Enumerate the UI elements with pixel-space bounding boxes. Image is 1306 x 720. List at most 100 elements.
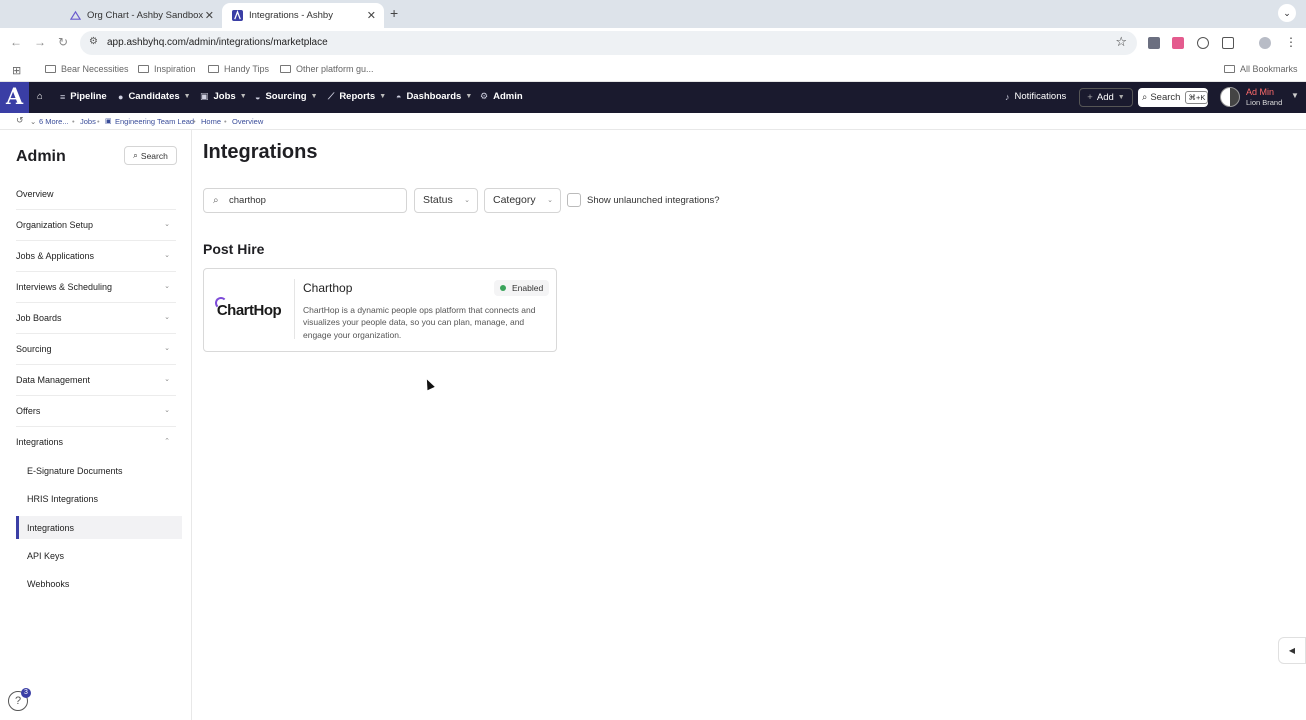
divider xyxy=(16,426,176,427)
folder-icon xyxy=(1224,65,1235,73)
bookmark-label: All Bookmarks xyxy=(1240,64,1298,74)
divider xyxy=(16,209,176,210)
bookmark-folder[interactable]: Inspiration xyxy=(138,64,196,74)
nav-sourcing[interactable]: ◒ Sourcing ▼ xyxy=(255,91,318,102)
ashby-extension-icon[interactable] xyxy=(1148,37,1160,49)
app-navbar: A ⌂ ≡ Pipeline ● Candidates ▼ ▣ Jobs ▼ ◒ Sourc… xyxy=(0,82,1306,113)
nav-label: Reports xyxy=(339,91,376,102)
gear-icon: ⚙ xyxy=(480,91,489,101)
extensions-puzzle-icon[interactable] xyxy=(1222,37,1234,49)
sidebar-subitem-integrations[interactable]: Integrations xyxy=(27,523,74,533)
integration-description: ChartHop is a dynamic people ops platfor… xyxy=(303,305,536,340)
close-tab-icon[interactable]: ✕ xyxy=(205,9,214,22)
sidebar-item-offers[interactable]: Offers ⌄ xyxy=(16,406,176,416)
bookmark-star-icon[interactable]: ☆ xyxy=(1115,34,1127,50)
category-select[interactable]: Category ⌄ xyxy=(484,188,561,213)
all-bookmarks[interactable]: All Bookmarks xyxy=(1224,64,1298,74)
charthop-logo: ChartHop xyxy=(204,269,294,351)
integration-card-charthop[interactable]: ChartHop Charthop Enabled ChartHop is a … xyxy=(203,268,557,352)
plus-icon: + xyxy=(1087,92,1093,103)
nav-pipeline[interactable]: ≡ Pipeline xyxy=(60,91,107,102)
user-name[interactable]: Ad Min xyxy=(1246,87,1274,97)
nav-dashboards[interactable]: ◓ Dashboards ▼ xyxy=(396,91,472,102)
page-title: Integrations xyxy=(203,141,318,163)
sidebar-item-interviews-scheduling[interactable]: Interviews & Scheduling ⌄ xyxy=(16,282,176,292)
forward-icon[interactable]: → xyxy=(34,35,46,49)
notifications-button[interactable]: ♪ Notifications xyxy=(1005,91,1066,102)
nav-admin[interactable]: ⚙ Admin xyxy=(480,91,523,102)
sidebar-subitem-hris[interactable]: HRIS Integrations xyxy=(27,494,98,504)
bookmark-folder[interactable]: Bear Necessities xyxy=(45,64,129,74)
shortcut-hint: ⌘+K xyxy=(1185,91,1209,104)
search-label: Search xyxy=(140,150,168,161)
search-icon: ⌕ xyxy=(1142,92,1148,103)
close-tab-icon[interactable]: ✕ xyxy=(367,9,376,22)
nav-jobs[interactable]: ▣ Jobs ▼ xyxy=(200,91,247,102)
sidebar-item-label: Sourcing xyxy=(16,344,52,354)
extension-settings-icon[interactable] xyxy=(1197,37,1209,49)
user-org: Lion Brand xyxy=(1246,98,1283,107)
add-button[interactable]: + Add ▼ xyxy=(1079,88,1133,107)
history-icon[interactable]: ↺ xyxy=(16,115,24,126)
charthop-swoosh-icon xyxy=(214,296,227,309)
sidebar-item-sourcing[interactable]: Sourcing ⌄ xyxy=(16,344,176,354)
breadcrumb-separator: • xyxy=(72,117,75,126)
profile-icon[interactable] xyxy=(1259,37,1271,49)
bookmark-folder[interactable]: Handy Tips xyxy=(208,64,269,74)
reload-icon[interactable]: ↻ xyxy=(58,35,68,49)
breadcrumb-item[interactable]: Overview xyxy=(232,117,263,126)
sidebar-subitem-api-keys[interactable]: API Keys xyxy=(27,551,64,561)
apps-grid-icon[interactable]: ⊞ xyxy=(12,64,21,77)
browser-tab-orgchart[interactable]: Org Chart - Ashby Sandbox ✕ xyxy=(60,3,222,28)
url-text: app.ashbyhq.com/admin/integrations/marke… xyxy=(107,37,328,48)
bookmark-folder[interactable]: Other platform gu... xyxy=(280,64,374,74)
sidebar-subitem-esignature[interactable]: E-Signature Documents xyxy=(27,466,123,476)
sidebar-item-job-boards[interactable]: Job Boards ⌄ xyxy=(16,313,176,323)
tab-search-chevron-icon[interactable]: ⌄ xyxy=(1278,4,1296,22)
ashby-logo[interactable]: A xyxy=(0,82,29,113)
browser-menu-icon[interactable]: ⋮ xyxy=(1285,35,1297,49)
breadcrumb-item[interactable]: Home xyxy=(201,117,221,126)
nav-reports[interactable]: ⟋ Reports ▼ xyxy=(328,91,386,102)
chevron-down-icon: ⌄ xyxy=(164,314,170,321)
breadcrumb-item[interactable]: Jobs xyxy=(80,117,96,126)
chevron-down-icon: ⌄ xyxy=(164,407,170,414)
sidebar-subitem-webhooks[interactable]: Webhooks xyxy=(27,579,69,589)
sidebar-search-button[interactable]: ⌕ Search xyxy=(124,146,177,165)
sidebar-item-label: Overview xyxy=(16,189,54,199)
search-icon: ⌕ xyxy=(213,195,219,206)
home-icon[interactable]: ⌂ xyxy=(37,91,43,102)
integration-search-input[interactable]: ⌕ charthop xyxy=(203,188,407,213)
browser-tabstrip: Org Chart - Ashby Sandbox ✕ Integrations… xyxy=(0,0,1306,28)
back-icon[interactable]: ← xyxy=(10,35,22,49)
notification-badge: 3 xyxy=(21,688,31,698)
sidebar-item-jobs-applications[interactable]: Jobs & Applications ⌄ xyxy=(16,251,176,261)
sidebar-item-integrations[interactable]: Integrations ⌃ xyxy=(16,437,176,447)
avatar[interactable] xyxy=(1220,87,1240,107)
new-tab-icon[interactable]: + xyxy=(390,5,398,21)
sidebar-item-data-management[interactable]: Data Management ⌄ xyxy=(16,375,176,385)
address-bar[interactable]: ⚙ app.ashbyhq.com/admin/integrations/mar… xyxy=(80,31,1137,55)
show-unlaunched-label[interactable]: Show unlaunched integrations? xyxy=(587,195,720,206)
select-label: Category xyxy=(493,194,536,206)
show-unlaunched-checkbox[interactable] xyxy=(567,193,581,207)
collapse-panel-icon[interactable]: ◀ xyxy=(1278,637,1306,664)
ashby-favicon xyxy=(232,10,243,21)
global-search-button[interactable]: ⌕ Search ⌘+K xyxy=(1138,88,1209,107)
site-settings-icon[interactable]: ⚙ xyxy=(89,36,98,47)
extension-icon[interactable] xyxy=(1172,37,1184,49)
sidebar-title: Admin xyxy=(16,148,66,165)
folder-icon xyxy=(45,65,56,73)
tab-title: Integrations - Ashby xyxy=(249,10,333,21)
nav-candidates[interactable]: ● Candidates ▼ xyxy=(118,91,191,102)
breadcrumb-item[interactable]: Engineering Team Lead xyxy=(115,117,194,126)
chevron-down-icon[interactable]: ▼ xyxy=(1291,91,1299,100)
browser-toolbar: ← → ↻ ⚙ app.ashbyhq.com/admin/integratio… xyxy=(0,28,1306,57)
breadcrumb-item[interactable]: 6 More... xyxy=(39,117,69,126)
status-select[interactable]: Status ⌄ xyxy=(414,188,478,213)
sidebar-item-organization-setup[interactable]: Organization Setup ⌄ xyxy=(16,220,176,230)
browser-tab-integrations[interactable]: Integrations - Ashby ✕ xyxy=(222,3,384,28)
nav-label: Candidates xyxy=(128,91,180,102)
sidebar-item-overview[interactable]: Overview xyxy=(16,189,176,199)
chevron-down-icon[interactable]: ⌄ xyxy=(30,117,36,126)
